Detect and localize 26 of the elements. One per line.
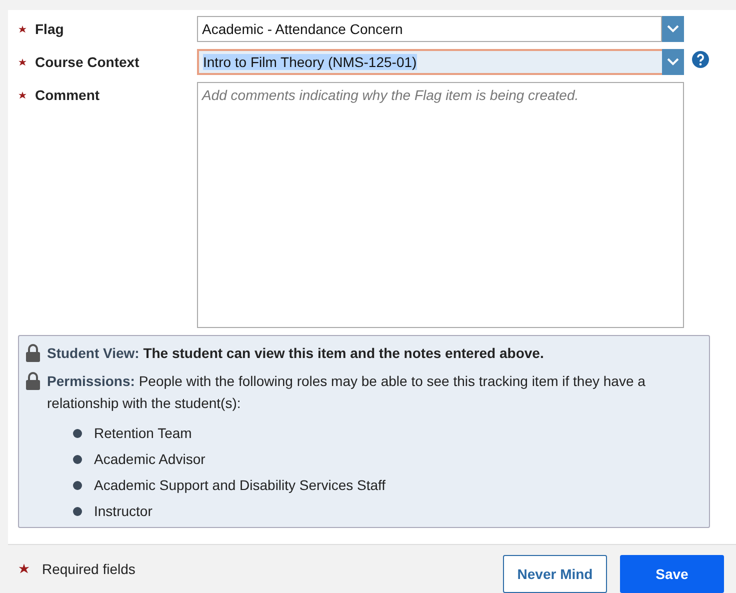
caret-icon: [667, 25, 679, 33]
role-item: Retention Team: [94, 425, 192, 441]
help-icon[interactable]: [692, 51, 709, 68]
dropdown-button[interactable]: [662, 16, 684, 42]
field-label: Flag: [35, 21, 64, 37]
bullet-icon: [73, 480, 82, 490]
role-item: Academic Support and Disability Services Staff: [94, 477, 386, 493]
dropdown-button[interactable]: [662, 49, 684, 75]
lock-icon: [25, 372, 41, 390]
field-label: Comment: [35, 87, 100, 103]
comment-field[interactable]: Add comments indicating why the Flag item is being created.: [197, 82, 684, 328]
bullet-icon: [73, 428, 82, 438]
permission-note: Permissions: People with the following roles may be able to see this tracking item if they have a relationship with the student(s):: [47, 372, 646, 413]
cancel-button[interactable]: Never Mind: [503, 555, 607, 593]
required-note: Required fields: [42, 561, 136, 577]
lock-icon: [25, 344, 41, 362]
field-label: Course Context: [35, 54, 140, 70]
role-item: Instructor: [94, 503, 152, 519]
role-item: Academic Advisor: [94, 451, 206, 467]
bullet-icon: [73, 454, 82, 464]
caret-icon: [667, 58, 679, 66]
required-star-icon: [18, 563, 30, 575]
permission-note: Student View: The student can view this item and the notes entered above.: [47, 344, 544, 363]
save-button[interactable]: Save: [620, 555, 724, 593]
select-field[interactable]: Academic - Attendance Concern: [197, 16, 662, 42]
bullet-icon: [73, 506, 82, 516]
